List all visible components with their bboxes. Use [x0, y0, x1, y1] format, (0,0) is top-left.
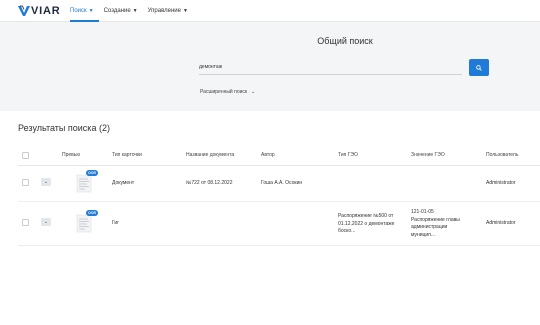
document-thumbnail-icon[interactable]: OCR [76, 170, 98, 194]
geo-type-line: Распоряжение №500 от [338, 213, 394, 219]
ocr-badge: OCR [86, 210, 98, 216]
cell-author: Гоша А.А. Осокин [261, 180, 303, 186]
table-row[interactable]: ⌄ OCR Документ №722 от 08.12.2022 Гоша А… [18, 166, 540, 202]
nav-create-label: Создание [103, 8, 131, 14]
cell-user: Administrator [486, 180, 516, 186]
column-header-doc-name[interactable]: Название документа [186, 152, 234, 158]
results-table: Превью Тип карточки Название документа А… [18, 146, 540, 246]
column-header-geo-type[interactable]: Тип ГЭО [338, 152, 358, 158]
main-nav: Поиск ▼ Создание ▼ Управление ▼ [70, 5, 198, 17]
geo-value-line: 121-01-05 [411, 209, 434, 215]
document-thumbnail-icon[interactable]: OCR [76, 210, 98, 234]
row-expand-button[interactable]: ⌄ [41, 218, 51, 226]
logo-mark-icon [18, 5, 30, 16]
advanced-search-label: Расширенный поиск [200, 89, 248, 95]
column-header-user[interactable]: Пользователь [486, 152, 518, 158]
geo-value-line: Распоряжение главы [411, 216, 460, 223]
search-icon [476, 64, 482, 71]
advanced-search-toggle[interactable]: Расширенный поиск ⌄ [200, 89, 255, 95]
cell-card-type: Гиг [112, 220, 120, 226]
row-checkbox[interactable] [22, 179, 29, 186]
cell-geo-type: Распоряжение №500 от 01.12.2022 о демонт… [338, 213, 408, 236]
nav-manage[interactable]: Управление ▼ [148, 5, 188, 17]
column-header-geo-value[interactable]: Значение ГЭО [411, 152, 445, 158]
nav-create[interactable]: Создание ▼ [104, 5, 138, 17]
chevron-down-icon: ▼ [88, 8, 94, 14]
chevron-down-icon: ⌄ [43, 179, 49, 185]
viar-logo[interactable]: VIAR [18, 4, 60, 18]
geo-type-line: боско... [338, 228, 356, 234]
search-title: Общий поиск [317, 36, 373, 46]
cell-geo-value: 121-01-05 Распоряжение главы администрац… [411, 209, 481, 239]
logo-text: VIAR [31, 5, 61, 17]
column-header-author[interactable]: Автор [261, 152, 275, 158]
chevron-down-icon: ▼ [182, 8, 188, 14]
search-input-value: демонтаж [199, 64, 223, 70]
search-input[interactable]: демонтаж [199, 61, 462, 75]
column-header-preview[interactable]: Превью [62, 152, 80, 158]
geo-value-line: администрации [411, 224, 448, 230]
ocr-badge: OCR [86, 170, 98, 176]
table-row[interactable]: ⌄ OCR Гиг Распоряжение №500 от 01.12.202… [18, 202, 540, 246]
cell-user: Administrator [486, 220, 516, 226]
select-all-checkbox[interactable] [22, 152, 29, 159]
nav-manage-label: Управление [147, 8, 181, 14]
geo-value-line: муницип... [411, 231, 436, 238]
geo-type-line: 01.12.2022 о демонтаже [338, 220, 395, 227]
table-header: Превью Тип карточки Название документа А… [18, 146, 540, 166]
results-title: Результаты поиска (2) [18, 123, 110, 133]
search-panel: Общий поиск демонтаж Расширенный поиск ⌄ [0, 22, 540, 111]
chevron-down-icon: ⌄ [43, 219, 49, 225]
chevron-down-icon: ▼ [132, 8, 138, 14]
row-expand-button[interactable]: ⌄ [41, 178, 51, 186]
cell-card-type: Документ [112, 180, 135, 186]
nav-search-label: Поиск [70, 8, 87, 14]
column-header-card-type[interactable]: Тип карточки [112, 152, 142, 158]
cell-doc-name[interactable]: №722 от 08.12.2022 [186, 180, 232, 188]
search-button[interactable] [469, 59, 489, 76]
nav-search[interactable]: Поиск ▼ [70, 5, 94, 17]
chevron-down-icon: ⌄ [251, 89, 256, 95]
top-navigation-bar: VIAR Поиск ▼ Создание ▼ Управление ▼ [0, 0, 540, 22]
row-checkbox[interactable] [22, 219, 29, 226]
